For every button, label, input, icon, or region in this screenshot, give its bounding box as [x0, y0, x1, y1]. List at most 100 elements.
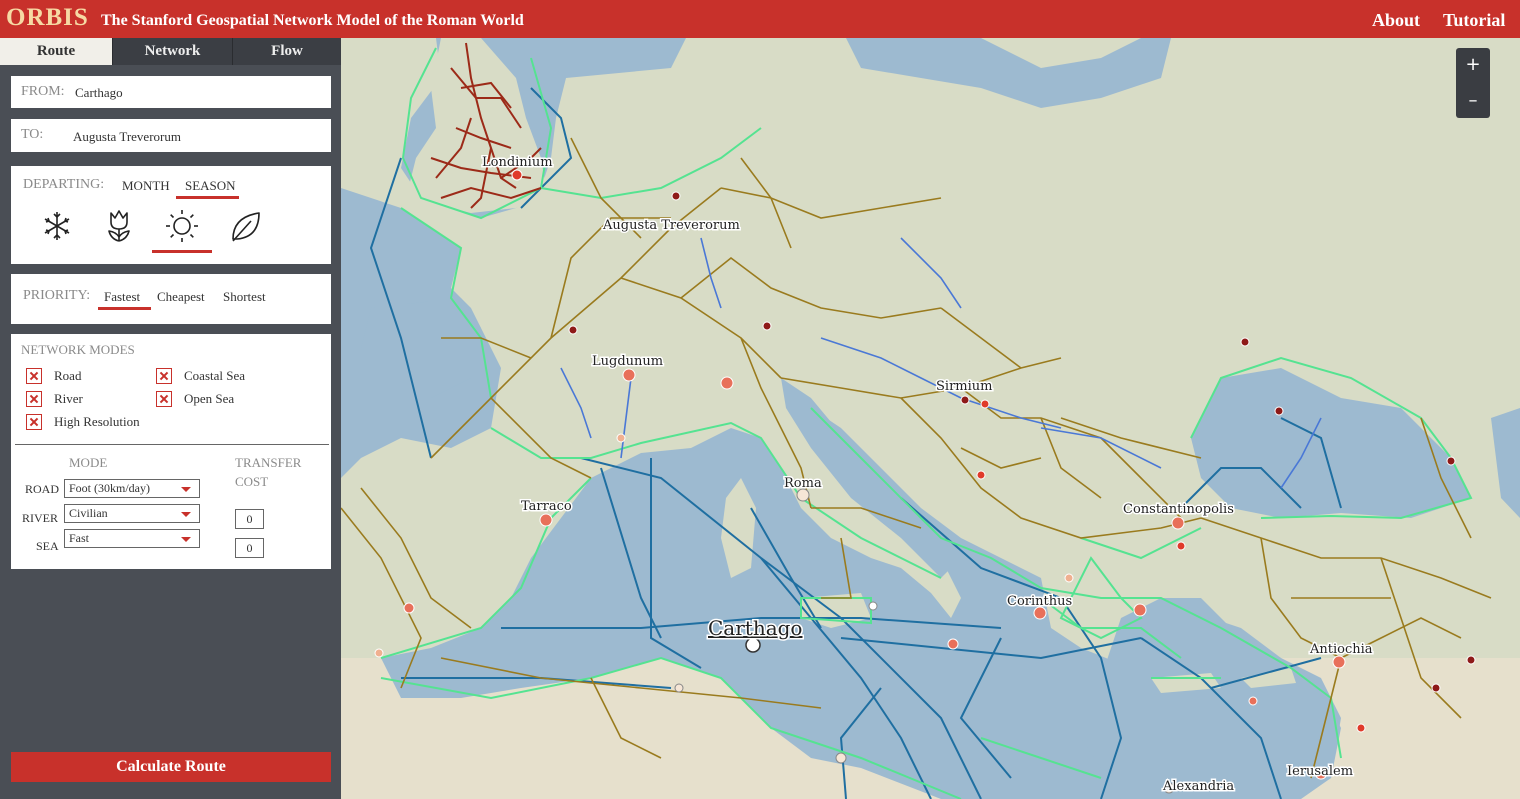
augusta-treverorum-node — [671, 191, 681, 201]
antiochia-label: Antiochia — [1309, 642, 1373, 657]
nav-about-link[interactable]: About — [1372, 10, 1420, 31]
cost-header: COST — [235, 474, 269, 489]
city-node — [1274, 406, 1284, 416]
river-checkbox[interactable] — [26, 391, 42, 407]
to-label: TO: — [21, 127, 44, 142]
open-sea-mode-label: Open Sea — [184, 391, 235, 406]
ierusalem-label: Ierusalem — [1287, 764, 1353, 779]
river-row-label: RIVER — [22, 511, 58, 525]
priority-cheapest-option[interactable]: Cheapest — [157, 289, 205, 305]
high-resolution-checkbox[interactable] — [26, 414, 42, 430]
coastal-sea-mode-label: Coastal Sea — [184, 368, 246, 383]
city-node — [1431, 683, 1441, 693]
summer-selected-indicator — [152, 250, 212, 253]
river-mode-select[interactable]: Civilian — [64, 504, 200, 523]
city-node — [1248, 696, 1258, 706]
tab-flow[interactable]: Flow — [232, 38, 341, 65]
map-canvas[interactable]: Londinium Augusta Treverorum Lugdunum Si… — [341, 38, 1520, 799]
departing-season-option[interactable]: SEASON — [185, 178, 236, 194]
snowflake-icon[interactable] — [39, 208, 75, 244]
tulip-icon[interactable] — [101, 207, 137, 245]
city-node — [374, 648, 384, 658]
river-mode-label: River — [54, 391, 83, 406]
season-selected-indicator — [176, 196, 239, 199]
priority-fastest-option[interactable]: Fastest — [104, 289, 140, 305]
constantinopolis-node — [1171, 516, 1185, 530]
sea-transfer-cost-input[interactable]: 0 — [235, 538, 264, 558]
city-node — [762, 321, 772, 331]
zoom-out-button[interactable]: – — [1456, 84, 1490, 118]
city-node — [1176, 541, 1186, 551]
coastal-sea-checkbox[interactable] — [156, 368, 172, 384]
city-node — [1240, 337, 1250, 347]
departing-panel: DEPARTING: MONTH SEASON — [11, 166, 331, 264]
sidebar: Route Network Flow FROM: Carthago TO: Au… — [0, 38, 341, 799]
to-field[interactable]: TO: Augusta Treverorum — [11, 119, 331, 152]
corinthus-label: Corinthus — [1007, 594, 1072, 609]
city-node — [616, 433, 626, 443]
priority-shortest-option[interactable]: Shortest — [223, 289, 266, 305]
departing-label: DEPARTING: — [23, 177, 105, 192]
river-transfer-cost-input[interactable]: 0 — [235, 509, 264, 529]
open-sea-checkbox[interactable] — [156, 391, 172, 407]
carthago-node — [745, 637, 761, 653]
map-svg[interactable]: Londinium Augusta Treverorum Lugdunum Si… — [341, 38, 1520, 799]
zoom-control: + – — [1456, 48, 1490, 118]
tab-route[interactable]: Route — [0, 38, 112, 65]
departing-month-option[interactable]: MONTH — [122, 178, 170, 194]
tarraco-node — [539, 513, 553, 527]
sirmium-node — [960, 395, 970, 405]
chevron-down-icon — [181, 512, 191, 517]
calculate-route-button[interactable]: Calculate Route — [11, 752, 331, 782]
nav-tutorial-link[interactable]: Tutorial — [1443, 10, 1505, 31]
road-mode-select[interactable]: Foot (30km/day) — [64, 479, 200, 498]
sea-mode-value: Fast — [69, 531, 90, 545]
network-modes-label: NETWORK MODES — [21, 342, 135, 357]
city-node — [674, 683, 684, 693]
zoom-in-button[interactable]: + — [1456, 48, 1490, 82]
londinium-label: Londinium — [482, 155, 553, 170]
city-node — [976, 470, 986, 480]
city-node — [947, 638, 959, 650]
city-node — [1133, 603, 1147, 617]
city-node — [1356, 723, 1366, 733]
transfer-header: TRANSFER — [235, 455, 302, 470]
tab-network[interactable]: Network — [112, 38, 232, 65]
app-subtitle: The Stanford Geospatial Network Model of… — [101, 12, 524, 29]
tarraco-label: Tarraco — [521, 499, 572, 514]
sea-mode-select[interactable]: Fast — [64, 529, 200, 548]
road-mode-label: Road — [54, 368, 82, 383]
orbis-logo[interactable]: ORBIS — [6, 4, 89, 32]
from-label: FROM: — [21, 84, 65, 99]
modes-divider — [15, 444, 329, 445]
city-node — [568, 325, 578, 335]
road-mode-value: Foot (30km/day) — [69, 481, 150, 495]
city-node — [835, 752, 847, 764]
road-checkbox[interactable] — [26, 368, 42, 384]
city-node — [1466, 655, 1476, 665]
antiochia-node — [1332, 655, 1346, 669]
lugdunum-label: Lugdunum — [592, 354, 663, 369]
leaf-icon[interactable] — [227, 207, 265, 245]
from-value[interactable]: Carthago — [75, 85, 123, 101]
city-node — [980, 399, 990, 409]
fastest-selected-indicator — [98, 307, 151, 310]
city-node — [403, 602, 415, 614]
city-node — [868, 601, 878, 611]
alexandria-label: Alexandria — [1162, 779, 1234, 794]
app-header: ORBIS The Stanford Geospatial Network Mo… — [0, 0, 1520, 38]
chevron-down-icon — [181, 537, 191, 542]
city-node — [720, 376, 734, 390]
roma-label: Roma — [784, 476, 822, 491]
priority-label: PRIORITY: — [23, 288, 91, 303]
high-resolution-label: High Resolution — [54, 414, 140, 429]
city-node — [1446, 456, 1456, 466]
from-field[interactable]: FROM: Carthago — [11, 76, 331, 108]
mode-header: MODE — [69, 455, 108, 470]
sun-icon[interactable] — [163, 207, 201, 245]
sirmium-label: Sirmium — [936, 379, 992, 394]
sea-row-label: SEA — [36, 539, 59, 553]
river-mode-value: Civilian — [69, 506, 108, 520]
chevron-down-icon — [181, 487, 191, 492]
to-value[interactable]: Augusta Treverorum — [73, 129, 181, 145]
